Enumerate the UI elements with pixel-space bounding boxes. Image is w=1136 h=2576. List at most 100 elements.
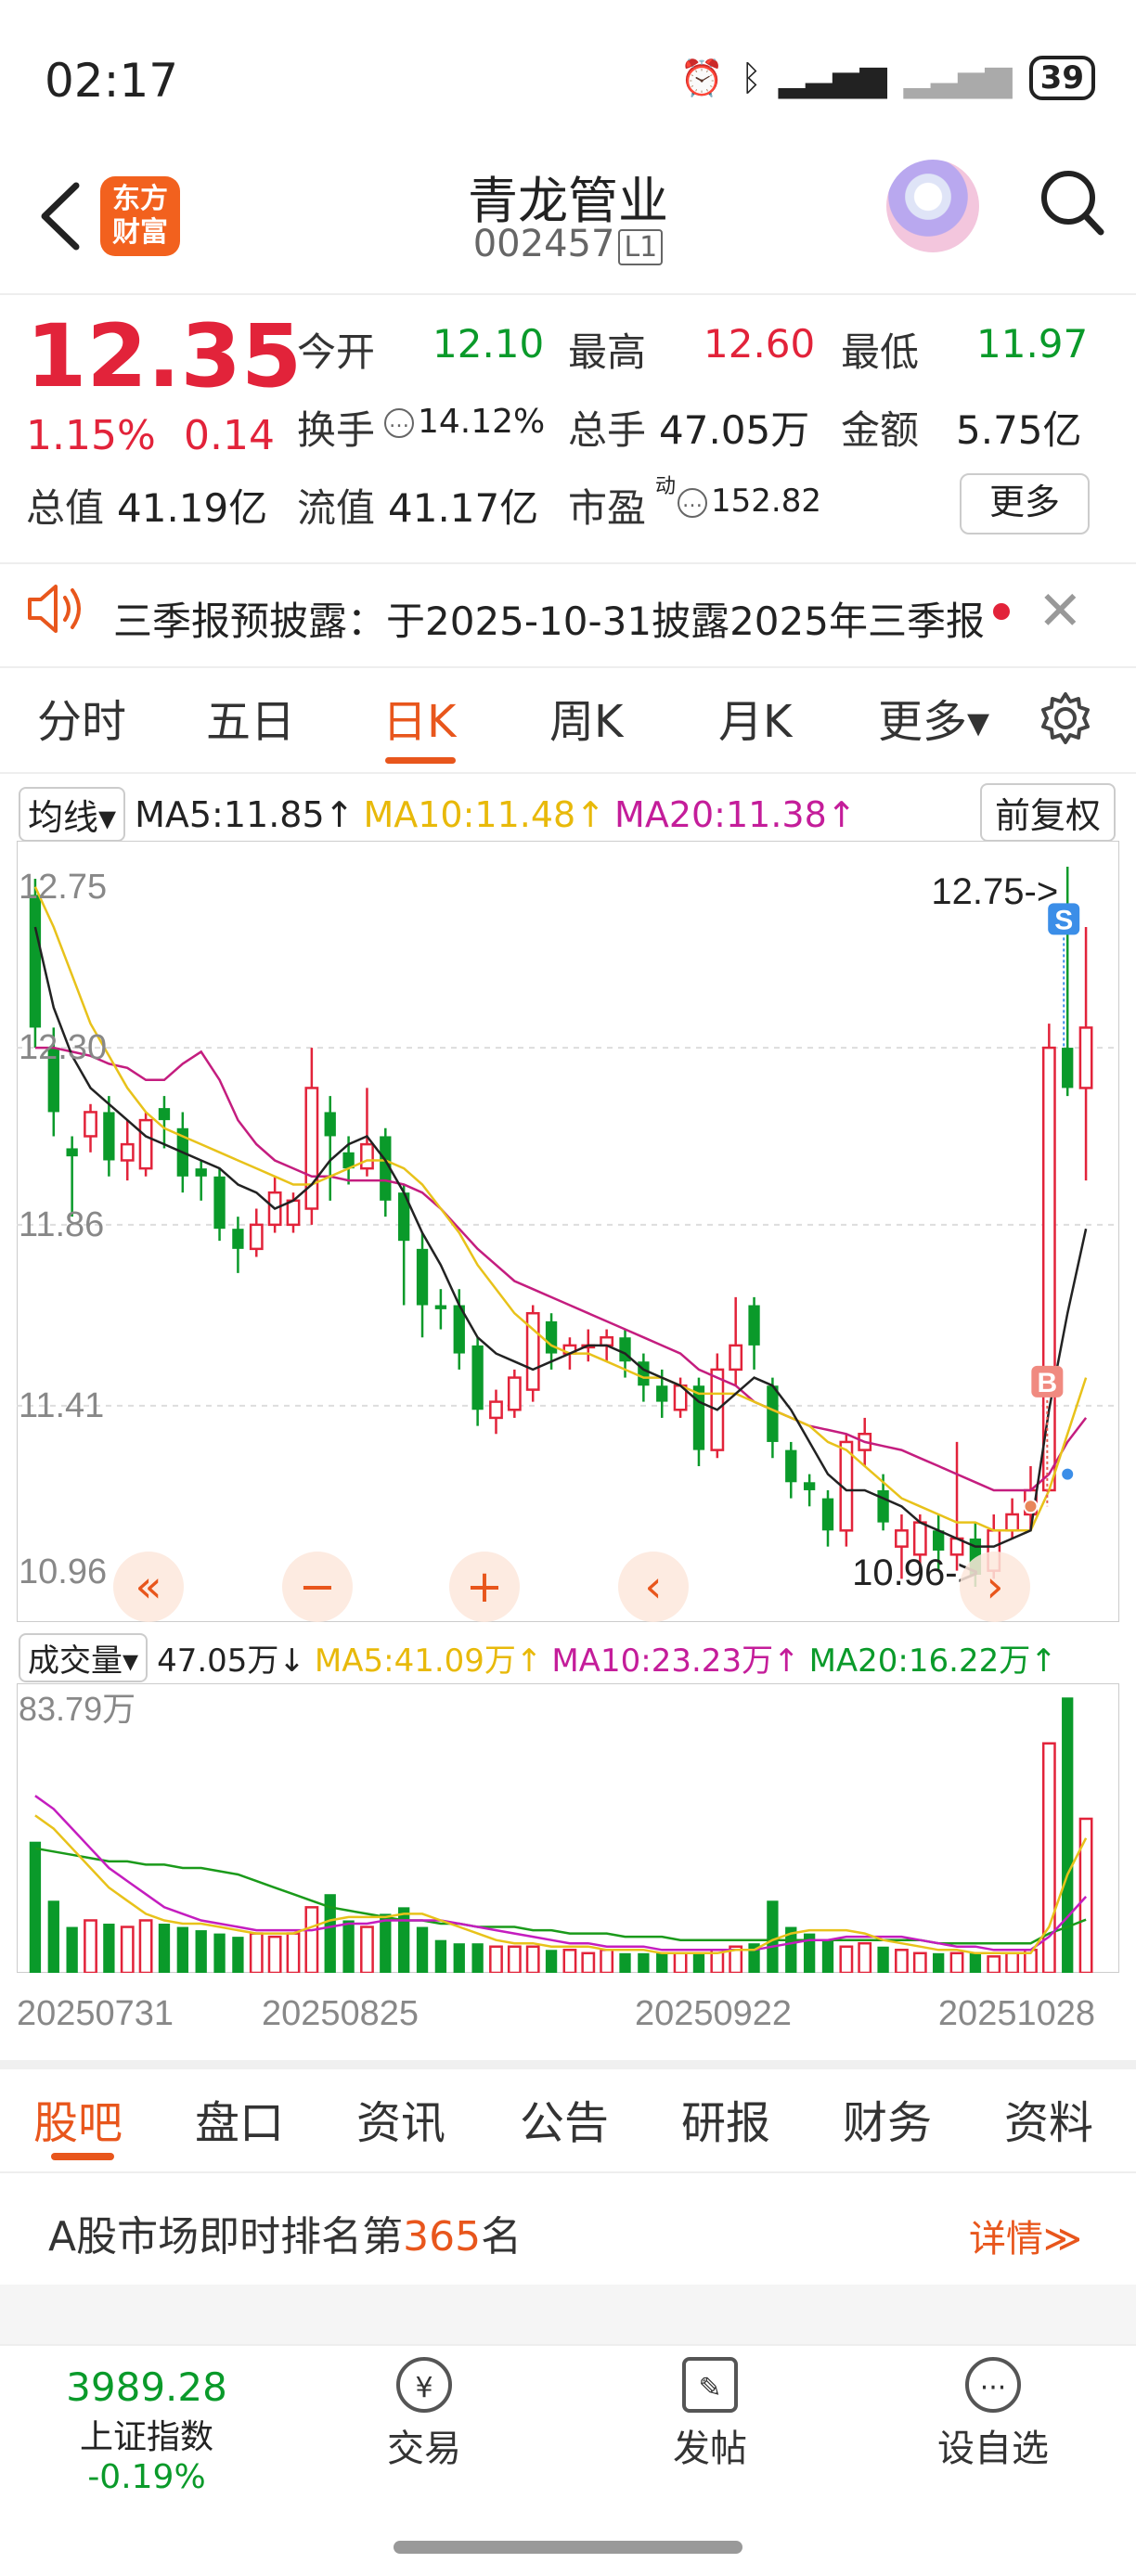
rank-detail-link[interactable]: 详情≫ [969,2209,1082,2262]
notice-text[interactable]: 三季报预披露：于2025-10-31披露2025年三季报 [113,590,985,647]
candle-body [895,1529,909,1548]
tab-research[interactable]: 研报 [681,2086,770,2151]
mcap-label: 总值 [26,485,105,531]
candle-body [471,1345,484,1410]
tab-more[interactable]: 更多▾ [878,685,989,750]
x-tick-label: 20251028 [938,1994,1095,2033]
volume-chart[interactable]: 83.79万 [17,1683,1119,1973]
adjust-button[interactable]: 前复权 [980,783,1117,842]
candle-body [249,1223,264,1251]
home-indicator[interactable] [394,2541,742,2554]
volume-bar [619,1952,631,1973]
low-value: 11.97 [976,321,1089,367]
volume-bar [342,1920,355,1973]
volume-bar [249,1932,264,1973]
index-value: 3989.28 [66,2364,227,2410]
volume-bar [877,1946,889,1973]
candle-body [360,1142,374,1170]
volume-bar [103,1924,115,1973]
index-widget[interactable]: 3989.28 上证指数 -0.19% [26,2364,267,2496]
tab-monthly-k[interactable]: 月K [718,685,792,750]
volume-bar [656,1952,668,1973]
tab-profile[interactable]: 资料 [1004,2086,1093,2151]
tab-intraday[interactable]: 分时 [37,685,126,750]
more-button[interactable]: 更多 [960,473,1090,535]
scroll-left-control[interactable]: « [113,1552,184,1622]
volume-bar [507,1945,522,1973]
volume-bar [581,1951,596,1973]
volume-bar [1062,1697,1074,1973]
volume-bar [360,1926,374,1973]
tab-weekly-k[interactable]: 周K [549,685,623,750]
candle-body [912,1521,927,1556]
yuan-icon: ¥ [396,2357,452,2413]
volume-bar [304,1906,319,1973]
volume-bar [949,1951,964,1973]
candle-body [748,1305,760,1346]
search-icon[interactable] [1038,165,1106,239]
volume-bar [47,1900,59,1973]
pe-label: 市盈 [568,485,647,531]
float-label: 流值 [297,485,376,531]
market-rank: A股市场即时排名第365名 [48,2203,522,2262]
kline-chart[interactable]: 12.7512.3011.8611.4110.96 12.75->10.96->… [17,841,1119,1622]
volume-bar [839,1945,854,1973]
volume-bar [286,1932,301,1973]
step-left-control[interactable]: ‹ [618,1552,689,1622]
info-icon[interactable]: … [384,408,414,438]
tab-finance[interactable]: 财务 [843,2086,932,2151]
volume-selector[interactable]: 成交量▾ [19,1633,148,1682]
volume-bar [821,1939,834,1973]
tab-guba[interactable]: 股吧 [33,2086,123,2151]
volume-bar [380,1913,392,1973]
tab-daily-k[interactable]: 日K [382,685,456,750]
zoom-in-control[interactable]: + [449,1552,520,1622]
volume-bar [673,1951,688,1973]
post-button[interactable]: ✎ 发帖 [659,2357,761,2472]
volume-label: 总手 [568,407,647,453]
tab-announce[interactable]: 公告 [520,2086,609,2151]
alarm-icon: ⏰ [679,57,725,98]
volume-bar [489,1945,503,1973]
assistant-avatar[interactable] [886,160,979,252]
more-dots-icon: ··· [965,2357,1021,2413]
zoom-out-control[interactable]: − [282,1552,353,1622]
tab-five-day[interactable]: 五日 [206,685,295,750]
close-icon[interactable]: ✕ [1038,579,1083,642]
open-label: 今开 [297,329,376,375]
volume-bar [545,1950,558,1973]
open-value: 12.10 [432,321,545,367]
candle-body [821,1498,834,1531]
rank-suffix: 名 [481,2213,523,2260]
gear-icon[interactable] [1038,690,1093,746]
step-right-control[interactable]: › [960,1552,1030,1622]
mcap-value: 41.19亿 [117,485,268,531]
index-line: 上证指数 -0.19% [26,2410,267,2496]
y-tick-label: 12.30 [19,1028,107,1067]
trade-button[interactable]: ¥ 交易 [373,2357,475,2472]
level-badge: L1 [618,229,664,265]
add-watch-button[interactable]: ··· 设自选 [928,2357,1058,2472]
chart-frame [17,841,1119,1622]
cross-dot [1023,1499,1039,1514]
candle-body [158,1108,171,1121]
candle-body [232,1229,244,1249]
tab-pankou[interactable]: 盘口 [195,2086,284,2151]
amount-label: 金额 [841,407,920,453]
volume-bar [969,1952,982,1973]
high-marker: 12.75-> [931,871,1058,912]
tab-news[interactable]: 资讯 [356,2086,445,2151]
volume-bar [434,1939,447,1973]
index-label: 上证指数 [79,2418,213,2456]
ma5-label: MA5:11.85↑ [135,793,355,835]
candle-body [66,1148,78,1157]
volume-bar [471,1943,484,1973]
volume-bar [213,1933,226,1973]
info-icon[interactable]: … [678,487,707,518]
post-label: 发帖 [673,2428,747,2470]
control-glyph: › [986,1561,1003,1613]
indicator-selector[interactable]: 均线▾ [19,787,126,842]
volume-value: 47.05万 [659,407,810,453]
volume-bar [453,1943,465,1973]
volume-bar [138,1919,153,1973]
